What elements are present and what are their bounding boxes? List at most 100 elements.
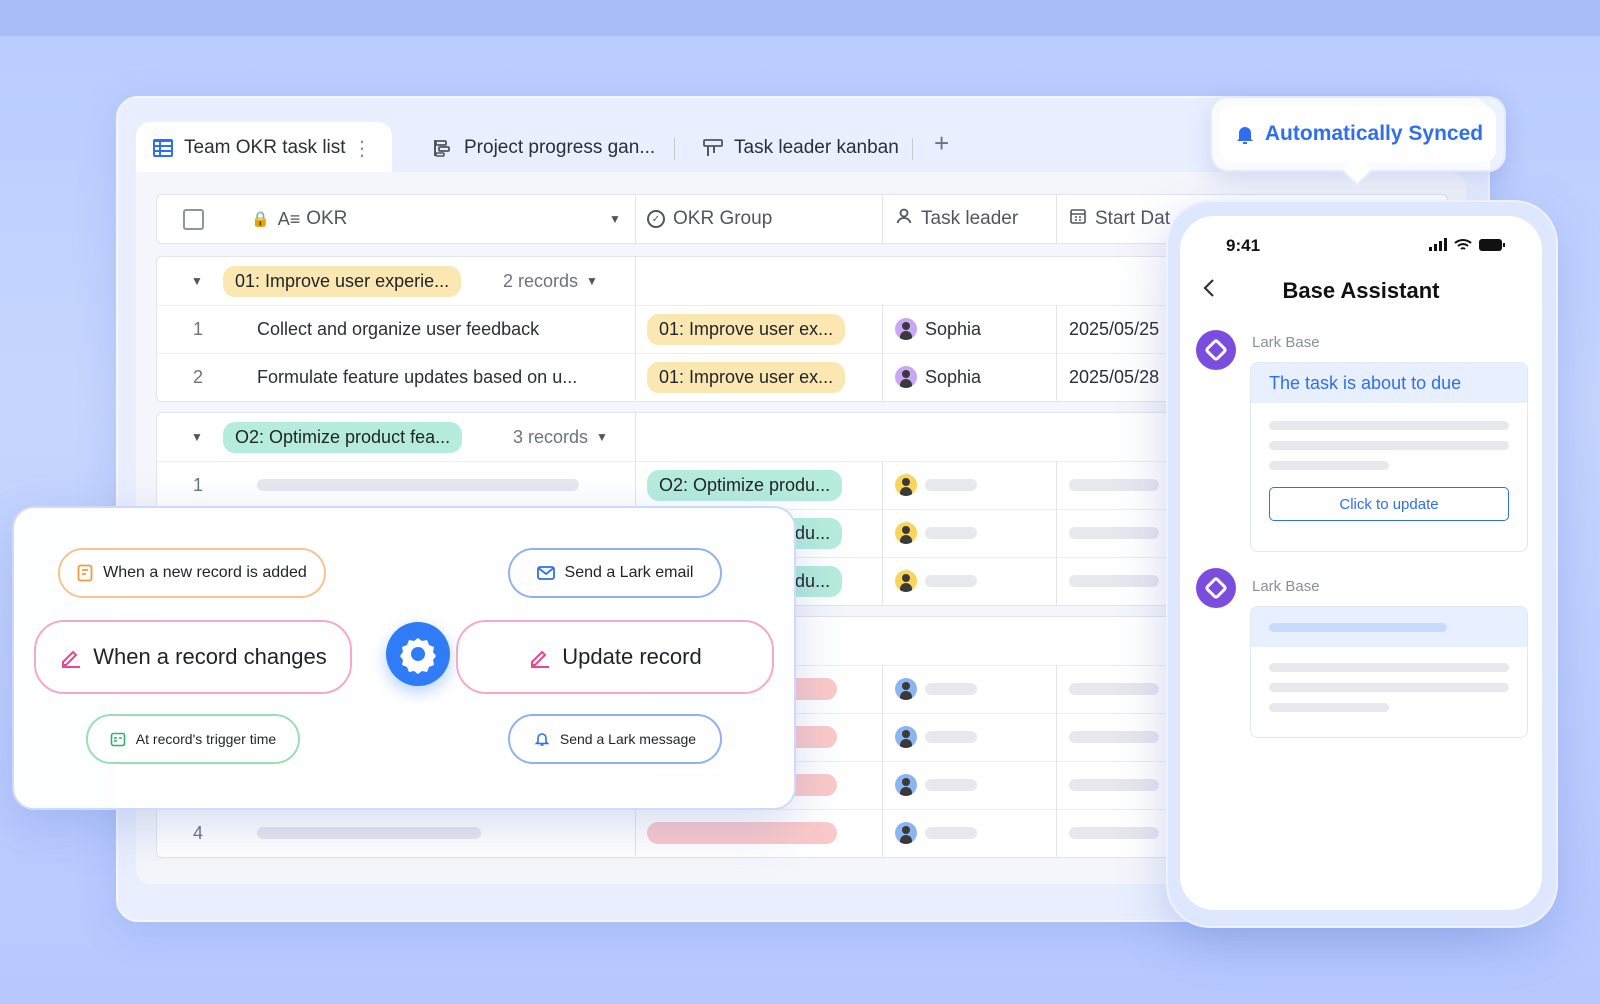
column-label: OKR Group <box>673 208 773 229</box>
tab-project-progress-gantt[interactable]: Project progress gan... <box>432 122 655 174</box>
column-header-start-date[interactable]: Start Dat <box>1069 195 1170 243</box>
message-card: The task is about to due Click to update <box>1250 362 1528 552</box>
column-label: OKR <box>306 208 348 229</box>
row-number: 1 <box>193 318 204 339</box>
collapse-caret-icon[interactable]: ▼ <box>191 413 203 461</box>
avatar <box>895 318 917 340</box>
column-divider <box>1056 461 1057 509</box>
task-leader-cell[interactable]: Sophia <box>895 305 981 353</box>
okr-group-cell[interactable]: 01: Improve user ex... <box>647 353 846 401</box>
page-title: Base Assistant <box>1282 278 1440 303</box>
column-divider <box>635 305 636 353</box>
lock-icon: 🔒 <box>251 211 270 228</box>
message-title: The task is about to due <box>1251 363 1527 403</box>
grid-view-icon <box>152 137 174 159</box>
avatar <box>895 366 917 388</box>
dropdown-caret-icon: ▼ <box>596 430 608 444</box>
column-divider <box>882 305 883 353</box>
bell-icon <box>534 731 550 747</box>
message-card <box>1250 606 1528 738</box>
okr-cell[interactable] <box>257 461 579 509</box>
avatar <box>895 678 917 700</box>
column-header-okr-group[interactable]: ✓ OKR Group <box>647 195 772 243</box>
avatar <box>895 726 917 748</box>
column-divider <box>635 413 636 461</box>
okr-group-cell[interactable]: O2: Optimize produ... <box>647 461 843 509</box>
column-divider <box>1056 353 1057 401</box>
action-send-message-chip[interactable]: Send a Lark message <box>508 714 722 764</box>
tab-divider <box>912 138 913 160</box>
phone-frame: 9:41 Base Assistant Lark Base The task i… <box>1166 200 1558 928</box>
okr-group-cell[interactable]: 01: Improve user ex... <box>647 305 846 353</box>
row-number: 1 <box>193 474 204 495</box>
signal-icon <box>1428 238 1448 257</box>
select-all-checkbox[interactable] <box>183 195 204 243</box>
column-divider <box>635 461 636 509</box>
gantt-icon <box>432 137 454 159</box>
tab-team-okr-task-list[interactable]: Team OKR task list ⋮ <box>136 122 392 174</box>
group-record-count[interactable]: 3 records ▼ <box>513 413 608 461</box>
column-label: Task leader <box>921 208 1019 229</box>
avatar <box>895 822 917 844</box>
more-options-icon[interactable]: ⋮ <box>352 136 372 161</box>
new-record-icon <box>77 564 93 582</box>
dropdown-caret-icon: ▼ <box>586 274 598 288</box>
top-band <box>0 0 1600 36</box>
lark-base-avatar <box>1196 330 1236 370</box>
tab-label: Project progress gan... <box>464 137 656 158</box>
person-icon <box>895 207 913 231</box>
trigger-record-time-chip[interactable]: At record's trigger time <box>86 714 300 764</box>
battery-icon <box>1478 238 1506 257</box>
row-number: 4 <box>193 822 204 843</box>
tab-divider <box>674 138 675 160</box>
status-icons <box>1428 238 1506 257</box>
column-divider <box>882 195 883 243</box>
add-tab-button[interactable]: + <box>934 128 949 159</box>
group-record-count[interactable]: 2 records ▼ <box>503 257 598 305</box>
start-date-cell[interactable]: 2025/05/28 <box>1069 353 1159 401</box>
collapse-caret-icon[interactable]: ▼ <box>191 257 203 305</box>
phone-screen: 9:41 Base Assistant Lark Base The task i… <box>1180 216 1542 910</box>
calendar-time-icon <box>110 731 126 747</box>
start-date-cell[interactable] <box>1069 461 1159 509</box>
start-date-cell[interactable]: 2025/05/25 <box>1069 305 1159 353</box>
task-leader-cell[interactable]: Sophia <box>895 353 981 401</box>
task-leader-cell[interactable] <box>895 509 977 557</box>
okr-cell[interactable]: Collect and organize user feedback <box>257 305 539 353</box>
column-divider <box>1056 305 1057 353</box>
avatar <box>895 522 917 544</box>
trigger-record-changes-chip[interactable]: When a record changes <box>34 620 352 694</box>
column-divider <box>882 461 883 509</box>
wifi-icon <box>1454 238 1472 257</box>
edit-pencil-icon <box>59 645 83 669</box>
tab-label: Team OKR task list <box>184 137 346 158</box>
okr-cell[interactable]: Formulate feature updates based on u... <box>257 353 577 401</box>
dropdown-caret-icon[interactable]: ▼ <box>609 212 621 226</box>
lark-base-avatar <box>1196 568 1236 608</box>
status-time: 9:41 <box>1226 236 1261 255</box>
avatar <box>895 474 917 496</box>
auto-synced-badge: Automatically Synced <box>1210 96 1506 187</box>
kanban-icon <box>702 137 724 159</box>
trigger-new-record-chip[interactable]: When a new record is added <box>58 548 326 598</box>
action-update-record-chip[interactable]: Update record <box>456 620 774 694</box>
column-header-okr[interactable]: 🔒 A≡ OKR ▼ <box>251 195 621 243</box>
sender-name: Lark Base <box>1252 334 1320 351</box>
avatar <box>895 774 917 796</box>
sender-name: Lark Base <box>1252 578 1320 595</box>
group-tag: O2: Optimize product fea... <box>223 413 463 461</box>
avatar <box>895 570 917 592</box>
column-header-task-leader[interactable]: Task leader <box>895 195 1018 243</box>
synced-label: Automatically Synced <box>1264 122 1484 145</box>
task-leader-cell[interactable] <box>895 557 977 605</box>
single-select-icon: ✓ <box>647 210 665 228</box>
task-leader-cell[interactable] <box>895 461 977 509</box>
tab-task-leader-kanban[interactable]: Task leader kanban <box>702 122 899 174</box>
email-icon <box>536 566 555 580</box>
action-send-email-chip[interactable]: Send a Lark email <box>508 548 722 598</box>
column-divider <box>882 353 883 401</box>
click-to-update-button[interactable]: Click to update <box>1269 487 1509 521</box>
column-divider <box>1056 195 1057 243</box>
group-tag: 01: Improve user experie... <box>223 257 462 305</box>
placeholder-bar <box>257 479 579 491</box>
